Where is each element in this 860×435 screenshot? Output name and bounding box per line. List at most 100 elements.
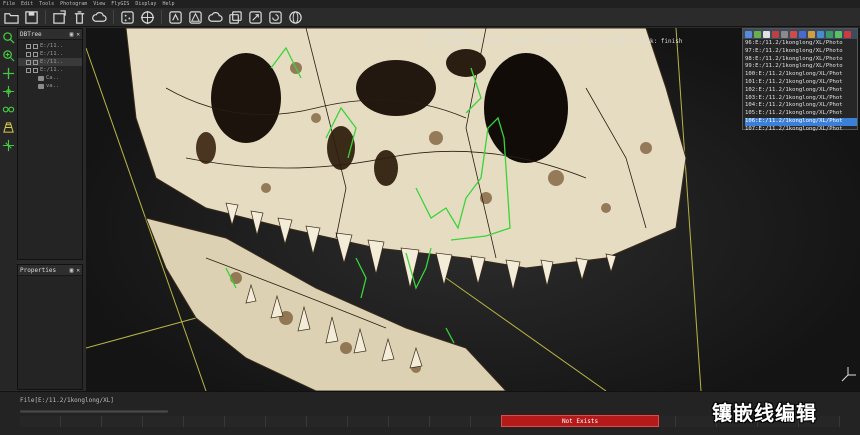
- edit-mode-instructions: Left click: add contour point / Rotate v…: [426, 38, 683, 45]
- cloud-shape-icon[interactable]: [207, 10, 224, 25]
- import-icon[interactable]: [51, 9, 68, 25]
- app-window: File Edit Tools Photogram View FlyGIS Di…: [0, 0, 860, 435]
- filter-icon[interactable]: [826, 30, 833, 38]
- list-item[interactable]: 100:E:/11.2/1konglong/XL/Phot: [745, 71, 857, 79]
- list-item[interactable]: 101:E:/11.2/1konglong/XL/Phot: [745, 79, 857, 87]
- menubar: File Edit Tools Photogram View FlyGIS Di…: [0, 0, 860, 8]
- cloud-icon[interactable]: [91, 10, 108, 25]
- list-item[interactable]: 103:E:/11.2/1konglong/XL/Phot: [745, 95, 857, 103]
- menu-view[interactable]: View: [93, 0, 105, 8]
- edit-mode-hint: Edit mode[B] Left click: add contour poi…: [426, 30, 682, 46]
- tree-item-label: E:/11..: [40, 59, 64, 65]
- float-icon[interactable]: ▣: [70, 267, 74, 274]
- close-icon[interactable]: [844, 30, 851, 38]
- add-point-icon[interactable]: [1, 138, 16, 153]
- list-item[interactable]: 104:E:/11.2/1konglong/XL/Phot: [745, 102, 857, 110]
- close-icon[interactable]: ✕: [76, 31, 80, 38]
- checkbox[interactable]: [33, 43, 38, 49]
- dbtree-panel: DBTree ▣ ✕ E:/11.. E:/11.. E:/11.. E:/11…: [17, 28, 83, 260]
- checkbox[interactable]: [26, 43, 31, 49]
- resize-icon[interactable]: [247, 10, 264, 25]
- check-icon[interactable]: [835, 30, 842, 38]
- checkbox[interactable]: [33, 67, 38, 73]
- checkbox[interactable]: [33, 59, 38, 65]
- tree-item-label: E:/11..: [40, 67, 64, 73]
- tree-item-label: Ca..: [46, 75, 60, 81]
- tree-item[interactable]: E:/11..: [18, 58, 82, 66]
- list-item-selected[interactable]: 106:E:/11.2/1konglong/XL/Phot: [745, 117, 857, 126]
- flag-icon[interactable]: [772, 30, 779, 38]
- pause-icon[interactable]: [745, 30, 752, 38]
- grid-icon[interactable]: [790, 30, 797, 38]
- dbtree-header: DBTree ▣ ✕: [18, 29, 82, 40]
- tree-item[interactable]: Ca..: [18, 74, 82, 82]
- image-icon[interactable]: [781, 30, 788, 38]
- not-exists-badge: Not Exists: [501, 415, 659, 427]
- hexagon-icon[interactable]: [808, 30, 815, 38]
- list-item[interactable]: 99:E:/11.2/1konglong/XL/Photo: [745, 63, 857, 71]
- dbtree-title: DBTree: [20, 30, 42, 38]
- tree-item-label: va..: [46, 83, 60, 89]
- checkbox[interactable]: [26, 67, 31, 73]
- tree-item[interactable]: E:/11..: [18, 42, 82, 50]
- checkbox[interactable]: [33, 51, 38, 57]
- crosshair-icon[interactable]: [1, 84, 16, 99]
- list-item[interactable]: 102:E:/11.2/1konglong/XL/Phot: [745, 87, 857, 95]
- list-item[interactable]: 98:E:/11.2/1konglong/XL/Photo: [745, 56, 857, 64]
- frame-icon[interactable]: [817, 30, 824, 38]
- refresh-icon[interactable]: [799, 30, 806, 38]
- list-item[interactable]: 97:E:/11.2/1konglong/XL/Photo: [745, 48, 857, 56]
- target-icon[interactable]: [139, 10, 156, 25]
- world-icon[interactable]: [287, 10, 304, 25]
- left-toolbar: [0, 28, 17, 390]
- toolbar-separator: [45, 10, 46, 24]
- copy-icon[interactable]: [227, 10, 244, 25]
- point-cloud-icon[interactable]: [119, 10, 136, 25]
- chart-icon[interactable]: [754, 30, 761, 38]
- delete-icon[interactable]: [71, 10, 88, 25]
- menu-help[interactable]: Help: [162, 0, 174, 8]
- zoom-icon[interactable]: [1, 30, 16, 45]
- menu-edit[interactable]: Edit: [21, 0, 33, 8]
- link-icon[interactable]: [1, 102, 16, 117]
- menu-tools[interactable]: Tools: [39, 0, 54, 8]
- tree-item[interactable]: va..: [18, 82, 82, 90]
- properties-panel: Properties ▣ ✕: [17, 264, 83, 390]
- move-icon[interactable]: [1, 66, 16, 81]
- circle-icon[interactable]: [763, 30, 770, 38]
- progress-bar: [20, 410, 168, 413]
- rotate-icon[interactable]: [267, 10, 284, 25]
- edit-mode-title: Edit mode[B]: [426, 30, 470, 37]
- image-list-toolbar: [743, 29, 857, 39]
- zoom-fit-icon[interactable]: [1, 48, 16, 63]
- properties-header: Properties ▣ ✕: [18, 265, 82, 276]
- float-icon[interactable]: ▣: [70, 31, 74, 38]
- mesh-icon[interactable]: [187, 10, 204, 25]
- checkbox[interactable]: [26, 59, 31, 65]
- axis-indicator: [841, 367, 856, 382]
- segment-icon[interactable]: [167, 10, 184, 25]
- tree-item[interactable]: E:/11..: [18, 66, 82, 74]
- image-list-panel: 96:E:/11.2/1konglong/XL/Photo 97:E:/11.2…: [742, 28, 858, 132]
- tree-item[interactable]: E:/11..: [18, 50, 82, 58]
- menu-display[interactable]: Display: [135, 0, 156, 8]
- toolbar-separator: [113, 10, 114, 24]
- folder-icon: [38, 83, 44, 89]
- folder-icon: [38, 75, 44, 81]
- save-icon[interactable]: [23, 10, 40, 25]
- properties-title: Properties: [20, 266, 57, 274]
- progress-fill: [21, 411, 167, 412]
- list-item[interactable]: 107:E:/11.2/1konglong/XL/Phot: [745, 126, 857, 134]
- close-icon[interactable]: ✕: [76, 267, 80, 274]
- list-item[interactable]: 96:E:/11.2/1konglong/XL/Photo: [745, 40, 857, 48]
- tree-item-label: E:/11..: [40, 51, 64, 57]
- video-caption: 镶嵌线编辑: [712, 401, 817, 425]
- menu-photogram[interactable]: Photogram: [60, 0, 87, 8]
- menu-flygis[interactable]: FlyGIS: [111, 0, 129, 8]
- list-item[interactable]: 105:E:/11.2/1konglong/XL/Phot: [745, 110, 857, 118]
- file-path-label: File[E:/11.2/1konglong/XL]: [20, 397, 114, 404]
- checkbox[interactable]: [26, 51, 31, 57]
- menu-file[interactable]: File: [3, 0, 15, 8]
- grid-icon[interactable]: [1, 120, 16, 135]
- open-icon[interactable]: [3, 10, 20, 25]
